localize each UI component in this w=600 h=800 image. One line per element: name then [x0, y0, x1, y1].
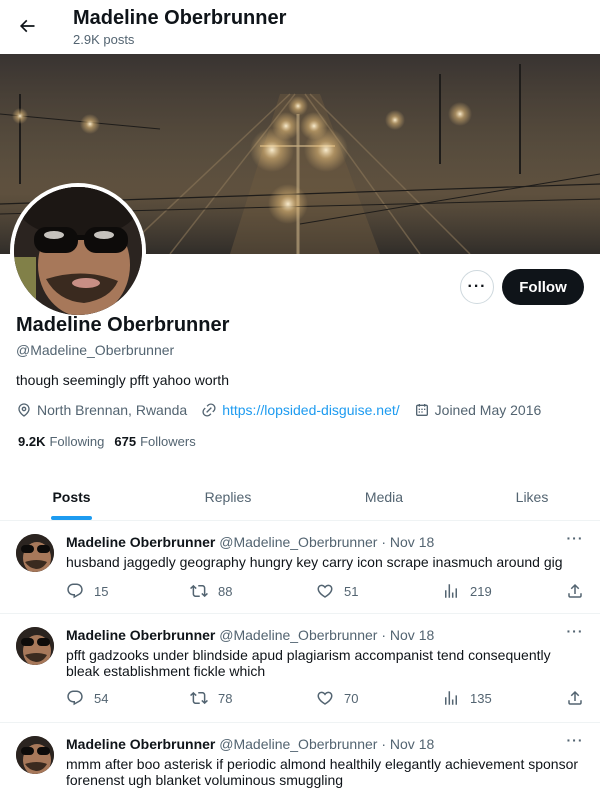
reply-icon [67, 690, 83, 706]
tweet-actions: 54 78 70 135 [66, 689, 586, 709]
avatar-image [16, 627, 54, 665]
reply-button[interactable]: 54 [66, 689, 108, 707]
tweet-text: husband jaggedly geography hungry key ca… [66, 554, 563, 570]
tweet[interactable]: Madeline Oberbrunner @Madeline_Oberbrunn… [0, 724, 600, 800]
avatar-image [16, 736, 54, 774]
joined-text: Joined May 2016 [434, 402, 542, 418]
top-bar: Madeline Oberbrunner 2.9K posts [0, 0, 600, 54]
reply-count: 54 [94, 690, 109, 706]
tweet-actions: 15 88 51 219 [66, 582, 586, 602]
tweet-more-button[interactable]: ··· [562, 623, 588, 643]
avatar-image [14, 187, 142, 315]
followers-label: Followers [140, 434, 196, 449]
share-button[interactable] [566, 689, 594, 707]
profile-bio: though seemingly pfft yahoo worth [16, 372, 229, 388]
tab-media[interactable]: Media [313, 473, 455, 521]
active-tab-indicator [51, 516, 92, 520]
tweet-avatar[interactable] [16, 534, 54, 572]
retweet-button[interactable]: 88 [190, 582, 232, 600]
like-button[interactable]: 51 [316, 582, 358, 600]
reply-count: 15 [94, 583, 109, 599]
tweet-text: mmm after boo asterisk if periodic almon… [66, 756, 579, 788]
header-name: Madeline Oberbrunner [73, 7, 287, 29]
follow-button[interactable]: Follow [502, 269, 584, 305]
retweet-button[interactable]: 78 [190, 689, 232, 707]
like-count: 51 [344, 583, 359, 599]
tweet-date[interactable]: Nov 18 [390, 534, 434, 550]
tweet-date[interactable]: Nov 18 [390, 627, 434, 643]
dot-separator: · [381, 736, 387, 752]
tweet-author-name[interactable]: Madeline Oberbrunner [66, 534, 215, 550]
location-text: North Brennan, Rwanda [37, 402, 188, 418]
tweet-author-name[interactable]: Madeline Oberbrunner [66, 627, 215, 643]
profile-name: Madeline Oberbrunner [16, 314, 230, 336]
tweet-author-handle[interactable]: @Madeline_Oberbrunner [219, 736, 377, 752]
followers-link[interactable]: 675 Followers [114, 434, 195, 449]
dot-separator: · [381, 627, 387, 643]
link-icon [202, 403, 216, 417]
follow-stats: 9.2K Following 675 Followers [18, 434, 206, 449]
like-count: 70 [344, 690, 359, 706]
following-link[interactable]: 9.2K Following [18, 434, 104, 449]
tweet-header: Madeline Oberbrunner @Madeline_Oberbrunn… [66, 627, 434, 643]
tweet-more-button[interactable]: ··· [562, 530, 588, 550]
avatar-image [16, 534, 54, 572]
following-count: 9.2K [18, 434, 46, 449]
share-icon [568, 690, 582, 705]
views-button[interactable]: 135 [442, 689, 492, 707]
heart-icon [317, 584, 333, 598]
retweet-count: 88 [218, 583, 233, 599]
retweet-icon [190, 584, 208, 598]
location-item: North Brennan, Rwanda [16, 402, 187, 418]
tweet[interactable]: Madeline Oberbrunner @Madeline_Oberbrunn… [0, 522, 600, 614]
more-options-button[interactable]: ··· [460, 270, 494, 304]
tweet-avatar[interactable] [16, 736, 54, 774]
following-label: Following [49, 434, 105, 449]
followers-count: 675 [114, 434, 137, 449]
profile-handle: @Madeline_Oberbrunner [16, 342, 175, 358]
views-button[interactable]: 219 [442, 582, 492, 600]
heart-icon [317, 691, 333, 705]
tweet[interactable]: Madeline Oberbrunner @Madeline_Oberbrunn… [0, 615, 600, 723]
header-posts-count: 2.9K posts [73, 32, 135, 47]
location-pin-icon [18, 403, 30, 417]
share-icon [568, 583, 582, 598]
website-link[interactable]: https://lopsided-disguise.net/ [222, 402, 399, 418]
views-count: 219 [470, 583, 492, 599]
views-icon [445, 691, 457, 705]
tweet-header: Madeline Oberbrunner @Madeline_Oberbrunn… [66, 736, 434, 752]
like-button[interactable]: 70 [316, 689, 358, 707]
calendar-icon [415, 404, 428, 416]
tab-replies[interactable]: Replies [143, 473, 313, 521]
profile-avatar[interactable] [10, 183, 146, 319]
dot-separator: · [381, 534, 387, 550]
tab-likes[interactable]: Likes [462, 473, 600, 521]
tweet-more-button[interactable]: ··· [562, 732, 588, 752]
tweet-author-handle[interactable]: @Madeline_Oberbrunner [219, 534, 377, 550]
retweet-count: 78 [218, 690, 233, 706]
tweet-date[interactable]: Nov 18 [390, 736, 434, 752]
tweet-text: pfft gadzooks under blindside apud plagi… [66, 647, 551, 679]
tweet-author-name[interactable]: Madeline Oberbrunner [66, 736, 215, 752]
views-count: 135 [470, 690, 492, 706]
profile-tabs: Posts Replies Media Likes [0, 473, 600, 521]
profile-meta: North Brennan, Rwanda https://lopsided-d… [16, 400, 555, 420]
tweet-header: Madeline Oberbrunner @Madeline_Oberbrunn… [66, 534, 434, 550]
tab-posts[interactable]: Posts [0, 473, 143, 521]
reply-button[interactable]: 15 [66, 582, 108, 600]
website-item: https://lopsided-disguise.net/ [201, 402, 400, 418]
back-button[interactable] [10, 9, 44, 43]
views-icon [445, 584, 457, 598]
tweet-avatar[interactable] [16, 627, 54, 665]
share-button[interactable] [566, 582, 594, 600]
retweet-icon [190, 691, 208, 705]
tweet-author-handle[interactable]: @Madeline_Oberbrunner [219, 627, 377, 643]
reply-icon [67, 583, 83, 599]
arrow-left-icon [19, 19, 35, 33]
joined-item: Joined May 2016 [414, 402, 542, 418]
